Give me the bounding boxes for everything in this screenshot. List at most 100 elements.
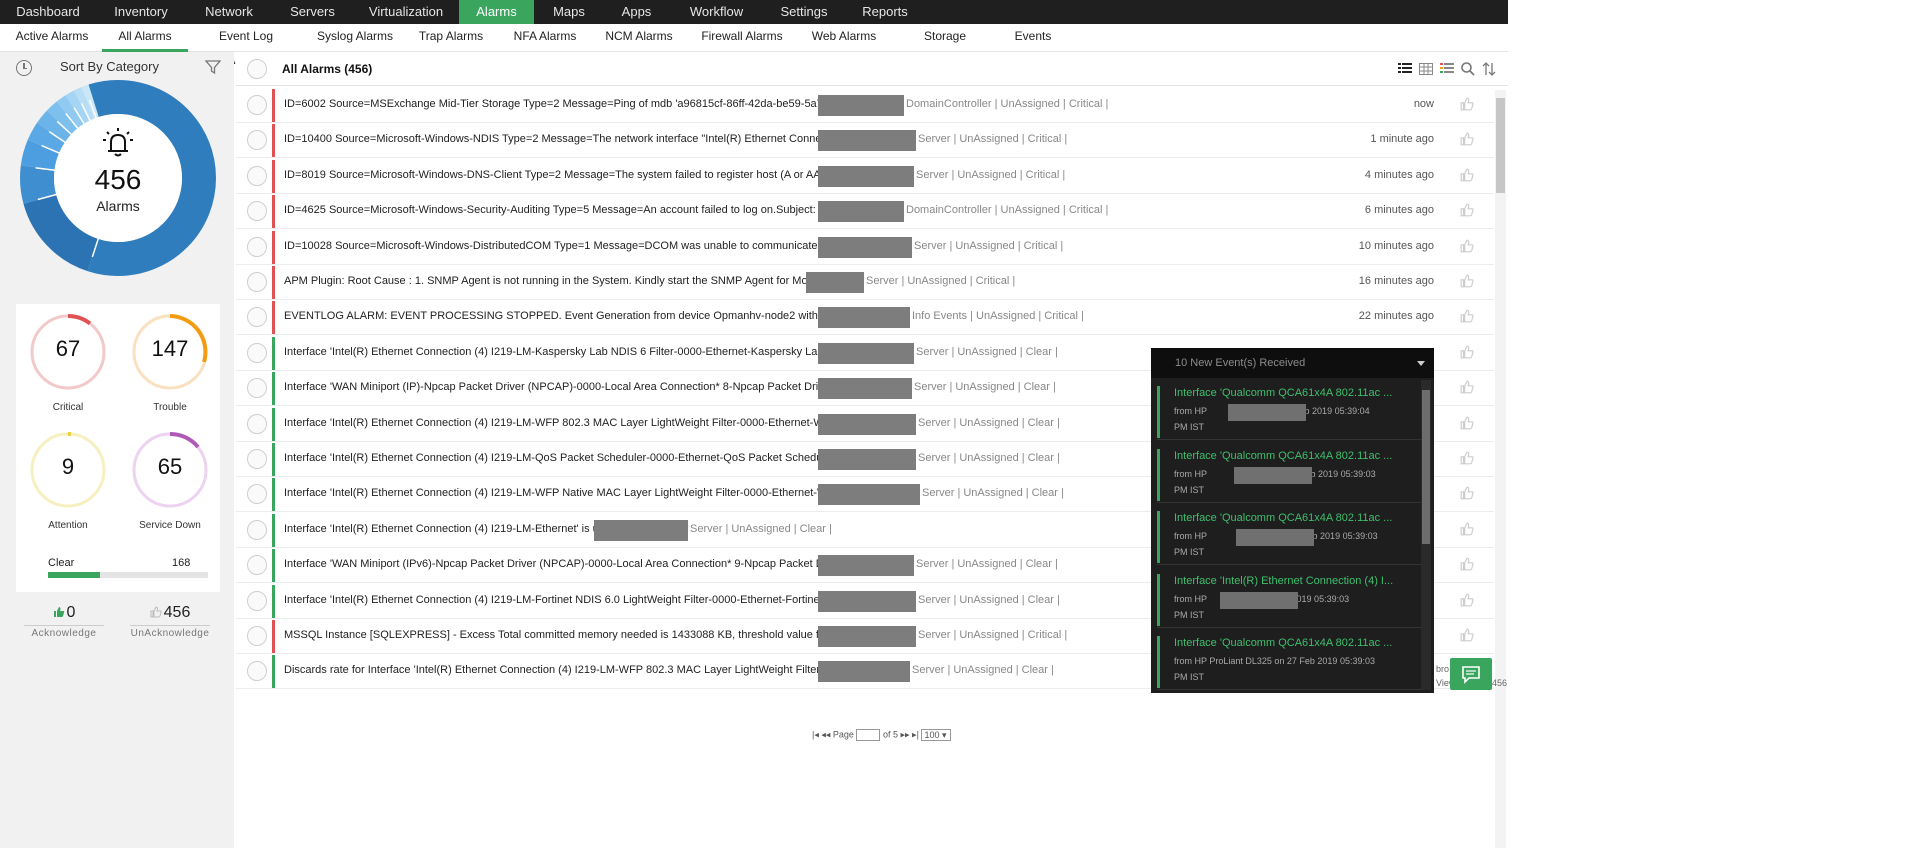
acknowledge-thumb-icon[interactable] [1460,132,1474,146]
event-title[interactable]: Interface 'Qualcomm QCA61x4A 802.11ac ..… [1174,637,1392,649]
event-title[interactable]: Interface 'Intel(R) Ethernet Connection … [1174,575,1393,587]
events-scrollbar[interactable] [1421,380,1431,690]
subnav-firewall-alarms[interactable]: Firewall Alarms [700,24,784,52]
alarm-row[interactable]: APM Plugin: Root Cause : 1. SNMP Agent i… [236,265,1494,300]
row-select-checkbox[interactable] [247,626,267,646]
alarm-message[interactable]: Discards rate for Interface 'Intel(R) Et… [284,664,845,676]
nav-reports[interactable]: Reports [844,0,926,24]
nav-inventory[interactable]: Inventory [96,0,186,24]
subnav-all-alarms[interactable]: All Alarms [102,24,188,52]
subnav-trap-alarms[interactable]: Trap Alarms [418,24,484,52]
filter-icon[interactable] [205,59,221,75]
acknowledge-thumb-icon[interactable] [1460,628,1474,642]
nav-servers[interactable]: Servers [272,0,353,24]
row-select-checkbox[interactable] [247,378,267,399]
alarm-message[interactable]: MSSQL Instance [SQLEXPRESS] - Excess Tot… [284,629,870,641]
acknowledge-thumb-icon[interactable] [1460,380,1474,394]
row-select-checkbox[interactable] [247,449,267,469]
row-select-checkbox[interactable] [247,484,267,505]
row-select-checkbox[interactable] [247,555,267,576]
clear-progress[interactable] [48,572,208,578]
clock-icon[interactable] [16,60,32,76]
acknowledge-thumb-icon[interactable] [1460,486,1474,500]
alarm-row[interactable]: EVENTLOG ALARM: EVENT PROCESSING STOPPED… [236,300,1494,336]
row-select-checkbox[interactable] [247,272,267,292]
alarm-message[interactable]: Interface 'Intel(R) Ethernet Connection … [284,487,842,499]
subnav-events[interactable]: Events [1010,24,1056,52]
alarm-message[interactable]: APM Plugin: Root Cause : 1. SNMP Agent i… [284,275,847,287]
attention-gauge[interactable]: 9 [28,430,108,510]
nav-virtualization[interactable]: Virtualization [353,0,459,24]
event-item[interactable]: Interface 'Qualcomm QCA61x4A 802.11ac ..… [1157,444,1421,503]
row-select-checkbox[interactable] [247,201,267,222]
alarm-list-scrollbar[interactable] [1495,90,1506,848]
alarm-message[interactable]: ID=6002 Source=MSExchange Mid-Tier Stora… [284,98,855,110]
event-item[interactable]: Interface 'Qualcomm QCA61x4A 802.11ac ..… [1157,382,1421,440]
row-select-checkbox[interactable] [247,307,267,328]
new-events-header[interactable]: 10 New Event(s) Received [1151,348,1434,378]
page-number-input[interactable] [856,729,881,741]
nav-settings[interactable]: Settings [764,0,844,24]
subnav-nfa-alarms[interactable]: NFA Alarms [512,24,578,52]
alarm-row[interactable]: ID=10400 Source=Microsoft-Windows-NDIS T… [236,123,1494,159]
acknowledge-thumb-icon[interactable] [1460,97,1474,111]
acknowledge-thumb-icon[interactable] [1460,522,1474,536]
row-select-checkbox[interactable] [247,413,267,434]
grid-view-icon[interactable] [1418,61,1434,77]
unacknowledge-summary[interactable]: 456 UnAcknowledge [120,604,220,639]
alarm-message[interactable]: Interface 'WAN Miniport (IPv6)-Npcap Pac… [284,558,851,570]
nav-workflow[interactable]: Workflow [669,0,764,24]
acknowledge-thumb-icon[interactable] [1460,203,1474,217]
nav-maps[interactable]: Maps [534,0,604,24]
subnav-syslog-alarms[interactable]: Syslog Alarms [316,24,394,52]
search-icon[interactable] [1460,61,1476,77]
event-item[interactable]: Interface 'Intel(R) Ethernet Connection … [1157,569,1421,628]
events-scrollbar-thumb[interactable] [1422,390,1430,544]
alarm-message[interactable]: EVENTLOG ALARM: EVENT PROCESSING STOPPED… [284,310,868,322]
subnav-ncm-alarms[interactable]: NCM Alarms [604,24,674,52]
sort-icon[interactable] [1481,61,1497,77]
event-item[interactable]: Interface 'Qualcomm QCA61x4A 802.11ac ..… [1157,632,1421,690]
select-all-checkbox[interactable] [247,59,267,79]
event-item[interactable]: Interface 'Qualcomm QCA61x4A 802.11ac ..… [1157,507,1421,565]
nav-apps[interactable]: Apps [604,0,669,24]
alarm-message[interactable]: ID=10028 Source=Microsoft-Windows-Distri… [284,240,843,252]
list-view-icon[interactable] [1397,61,1413,77]
subnav-active-alarms[interactable]: Active Alarms [10,24,94,52]
alarm-message[interactable]: Interface 'Intel(R) Ethernet Connection … [284,523,608,535]
subnav-event-log-alarms[interactable]: Event Log Alarms [200,24,292,67]
subnav-web-alarms[interactable]: Web Alarms [808,24,880,52]
acknowledge-thumb-icon[interactable] [1460,239,1474,253]
severity-view-icon[interactable] [1439,61,1455,77]
acknowledge-thumb-icon[interactable] [1460,451,1474,465]
pager-next-icon[interactable]: ▸▸ ▸| [901,729,919,739]
page-size-select[interactable]: 100 ▾ [921,729,952,741]
trouble-gauge[interactable]: 147 [130,312,210,392]
row-select-checkbox[interactable] [247,236,267,257]
chat-button[interactable] [1450,658,1492,690]
scrollbar-thumb[interactable] [1496,98,1505,193]
row-select-checkbox[interactable] [247,590,267,611]
alarm-message[interactable]: Interface 'WAN Miniport (IP)-Npcap Packe… [284,381,849,393]
service-down-gauge[interactable]: 65 [130,430,210,510]
alarm-message[interactable]: ID=8019 Source=Microsoft-Windows-DNS-Cli… [284,169,851,181]
collapse-caret-icon[interactable] [1417,361,1425,366]
acknowledge-thumb-icon[interactable] [1460,416,1474,430]
alarm-message[interactable]: Interface 'Intel(R) Ethernet Connection … [284,417,846,429]
acknowledge-thumb-icon[interactable] [1460,274,1474,288]
alarm-message[interactable]: Interface 'Intel(R) Ethernet Connection … [284,594,843,606]
alarm-row[interactable]: ID=10028 Source=Microsoft-Windows-Distri… [236,229,1494,265]
event-title[interactable]: Interface 'Qualcomm QCA61x4A 802.11ac ..… [1174,387,1392,399]
subnav-storage-alarms[interactable]: Storage Alarms [904,24,986,67]
alarm-message[interactable]: ID=10400 Source=Microsoft-Windows-NDIS T… [284,133,848,145]
row-select-checkbox[interactable] [247,661,267,682]
critical-gauge[interactable]: 67 [28,312,108,392]
alarm-category-donut[interactable]: 456 Alarms [20,80,216,276]
alarm-message[interactable]: Interface 'Intel(R) Ethernet Connection … [284,452,854,464]
alarm-row[interactable]: ID=6002 Source=MSExchange Mid-Tier Stora… [236,88,1494,123]
acknowledge-thumb-icon[interactable] [1460,345,1474,359]
acknowledge-thumb-icon[interactable] [1460,593,1474,607]
row-select-checkbox[interactable] [247,342,267,363]
event-title[interactable]: Interface 'Qualcomm QCA61x4A 802.11ac ..… [1174,450,1392,462]
row-select-checkbox[interactable] [247,519,267,540]
